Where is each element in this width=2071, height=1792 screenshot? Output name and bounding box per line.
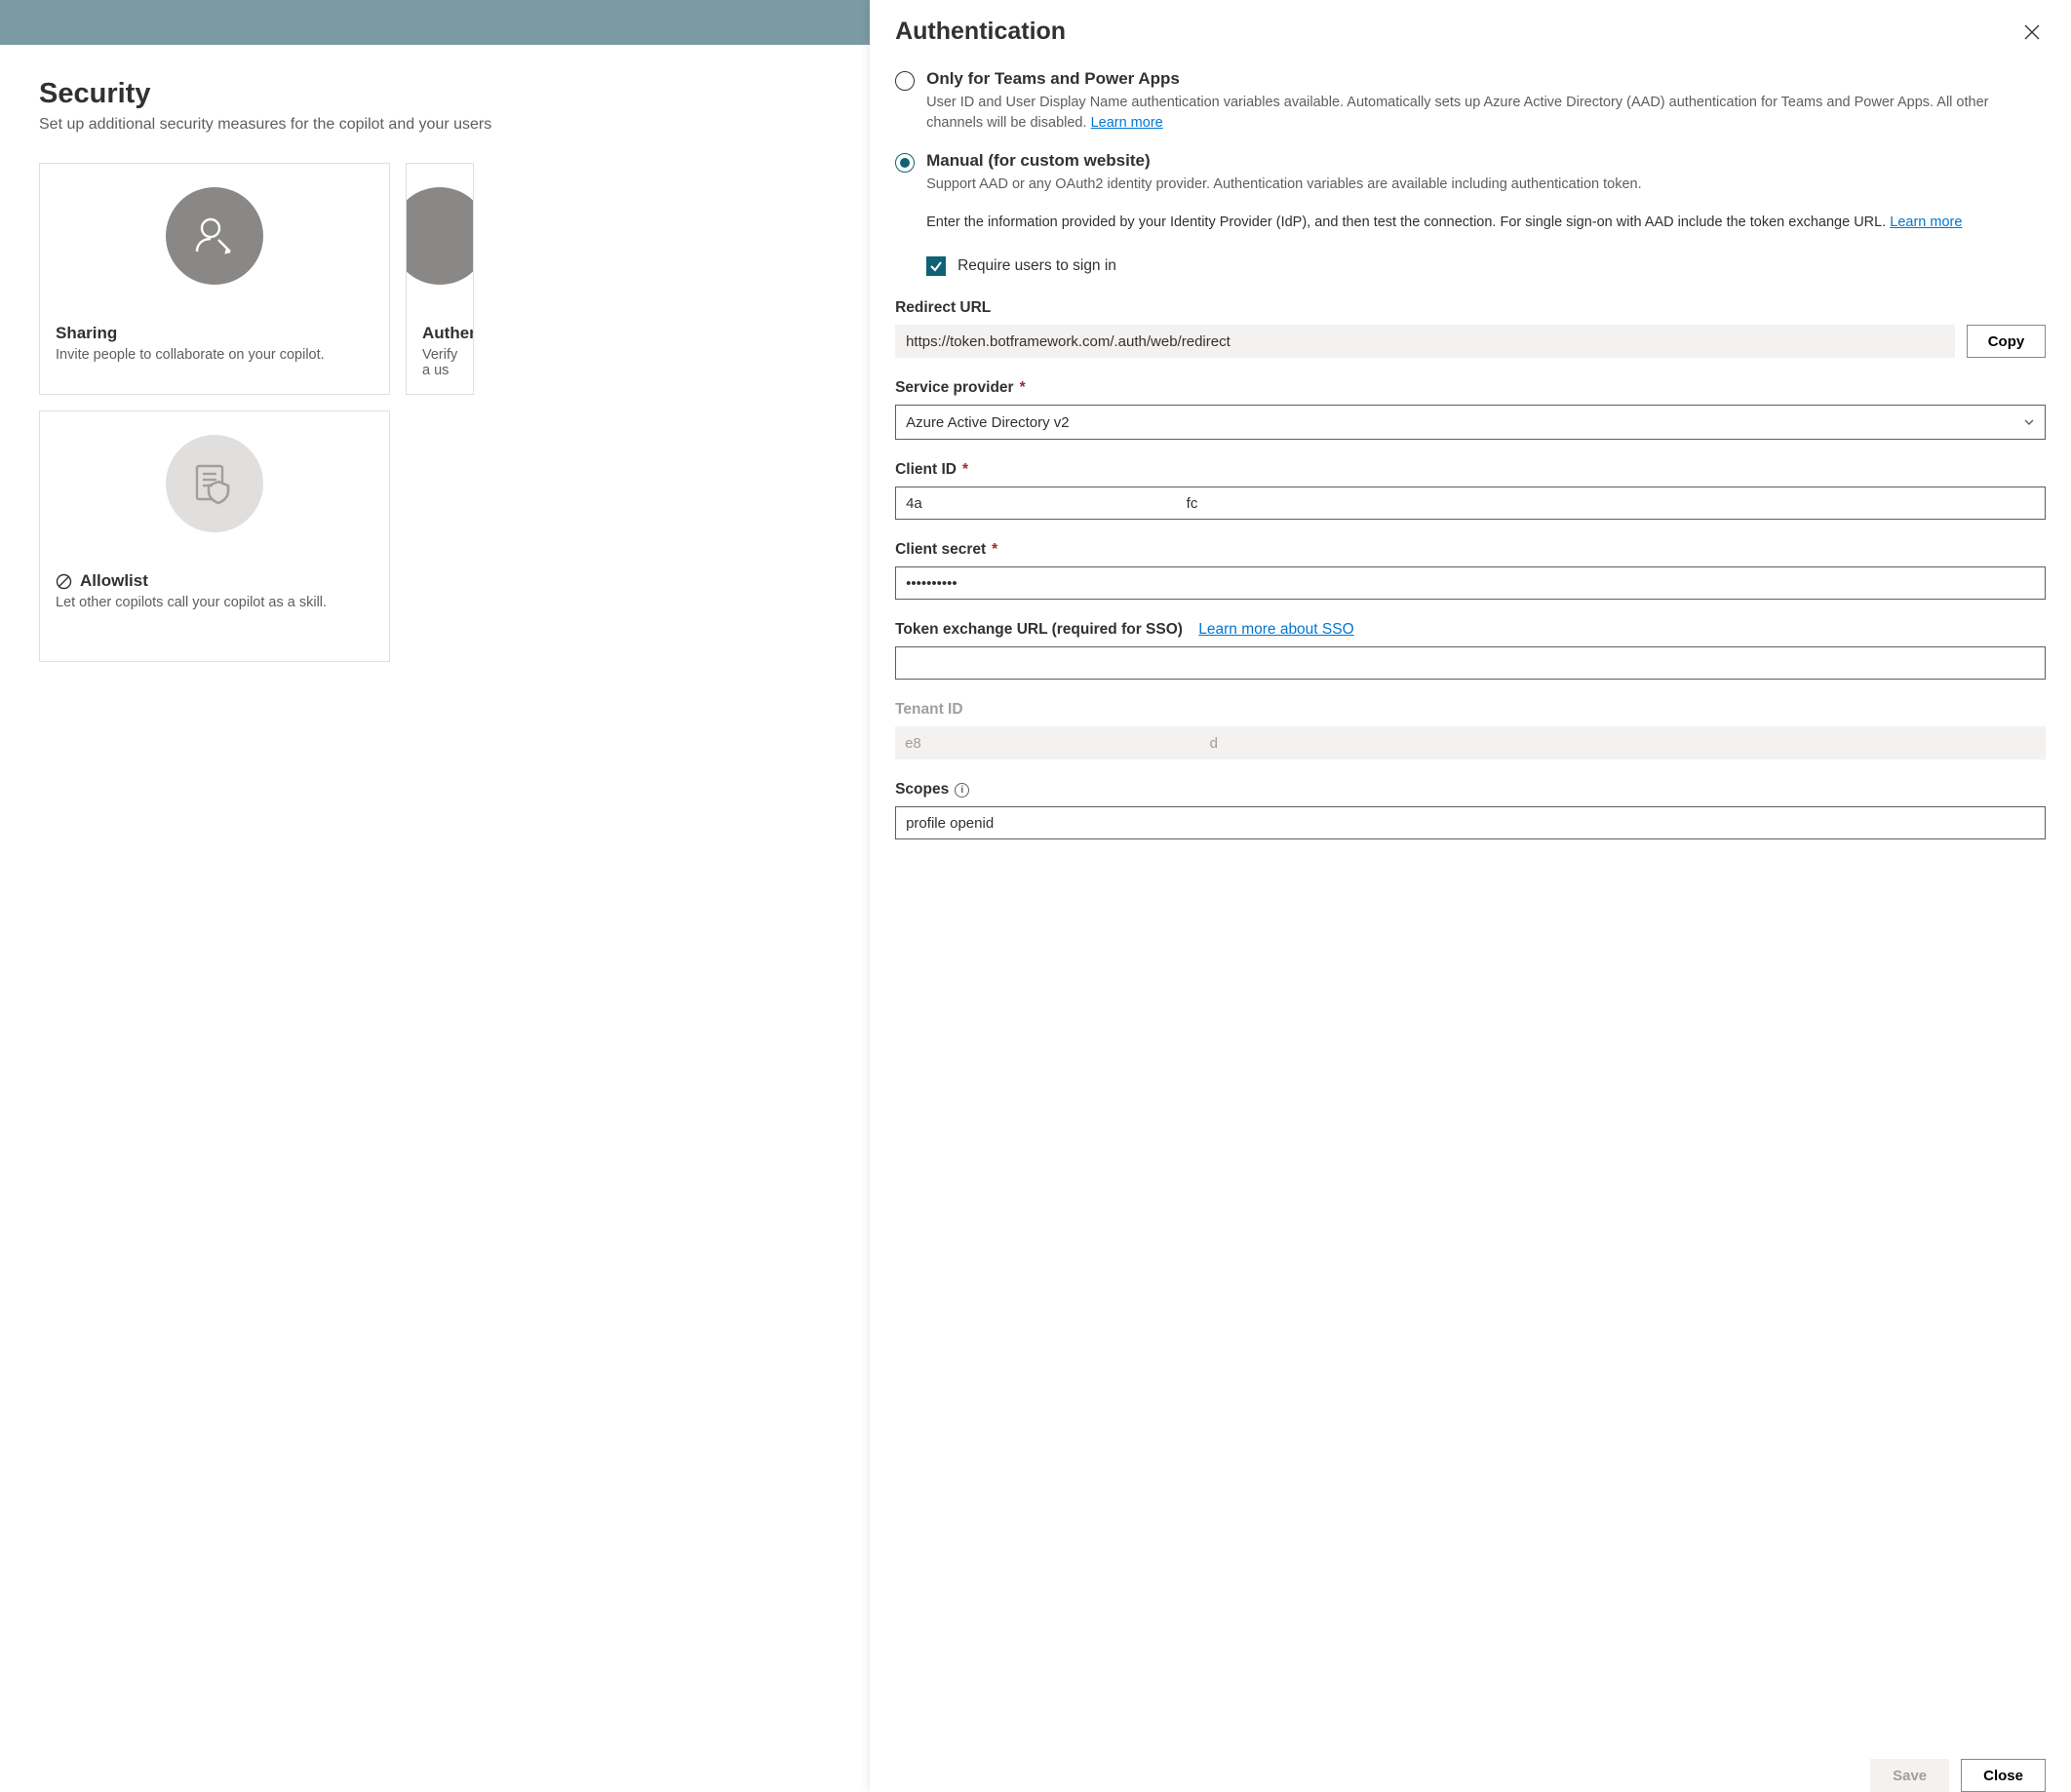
card-allow-desc: Let other copilots call your copilot as …: [56, 595, 373, 610]
radio-manual-desc: Support AAD or any OAuth2 identity provi…: [926, 175, 2046, 195]
learn-more-link-teams[interactable]: Learn more: [1091, 115, 1163, 131]
prohibit-icon: [56, 573, 72, 590]
radio-circle-selected-icon: [895, 153, 915, 173]
provider-select[interactable]: Azure Active Directory v2: [895, 405, 2046, 440]
radio-circle-icon: [895, 71, 915, 91]
card-sharing[interactable]: Sharing Invite people to collaborate on …: [39, 163, 390, 395]
radio-teams-desc: User ID and User Display Name authentica…: [926, 93, 2046, 134]
tenant-id-field: [895, 726, 2046, 760]
close-icon: [2024, 24, 2040, 40]
client-id-label: Client ID*: [895, 461, 2046, 479]
checkbox-checked-icon: [926, 256, 946, 276]
card-allowlist[interactable]: Allowlist Let other copilots call your c…: [39, 410, 390, 662]
card-sharing-desc: Invite people to collaborate on your cop…: [56, 347, 373, 363]
client-secret-field[interactable]: [895, 566, 2046, 600]
info-icon[interactable]: i: [955, 783, 969, 798]
close-button[interactable]: [2018, 19, 2046, 46]
learn-more-link-idp[interactable]: Learn more: [1890, 214, 1962, 230]
card-auth-desc: Verify a us: [422, 347, 457, 378]
card-auth-title: Authenti: [422, 324, 457, 343]
provider-value: Azure Active Directory v2: [906, 414, 1070, 431]
card-sharing-title: Sharing: [56, 324, 373, 343]
radio-manual-label: Manual (for custom website): [926, 151, 2046, 171]
redirect-url-label: Redirect URL: [895, 299, 2046, 317]
save-button[interactable]: Save: [1870, 1759, 1949, 1792]
radio-teams-label: Only for Teams and Power Apps: [926, 69, 2046, 89]
redirect-url-field[interactable]: [895, 325, 1955, 358]
radio-option-teams[interactable]: Only for Teams and Power Apps User ID an…: [895, 69, 2046, 134]
allowlist-icon: [166, 435, 263, 532]
panel-title: Authentication: [895, 18, 1066, 46]
chevron-down-icon: [2023, 416, 2035, 428]
card-authentication[interactable]: Authenti Verify a us: [406, 163, 474, 395]
token-exchange-field[interactable]: [895, 646, 2046, 680]
require-signin-checkbox[interactable]: Require users to sign in: [926, 256, 2046, 276]
idp-instruction: Enter the information provided by your I…: [926, 213, 2046, 233]
auth-panel: Authentication Only for Teams and Power …: [870, 0, 2071, 1792]
scopes-label: Scopes i: [895, 781, 2046, 799]
auth-icon: [406, 187, 474, 285]
provider-label: Service provider*: [895, 379, 2046, 397]
sharing-icon: [166, 187, 263, 285]
tenant-id-label: Tenant ID: [895, 701, 2046, 719]
card-allow-title: Allowlist: [56, 571, 373, 591]
radio-option-manual[interactable]: Manual (for custom website) Support AAD …: [895, 151, 2046, 195]
token-exchange-label: Token exchange URL (required for SSO) Le…: [895, 621, 2046, 639]
client-secret-label: Client secret*: [895, 541, 2046, 559]
client-id-field[interactable]: [895, 487, 2046, 520]
scopes-field[interactable]: [895, 806, 2046, 839]
copy-button[interactable]: Copy: [1967, 325, 2046, 358]
learn-more-sso-link[interactable]: Learn more about SSO: [1198, 621, 1353, 639]
close-panel-button[interactable]: Close: [1961, 1759, 2046, 1792]
require-signin-label: Require users to sign in: [957, 257, 1116, 275]
cards-grid: Sharing Invite people to collaborate on …: [39, 163, 780, 662]
